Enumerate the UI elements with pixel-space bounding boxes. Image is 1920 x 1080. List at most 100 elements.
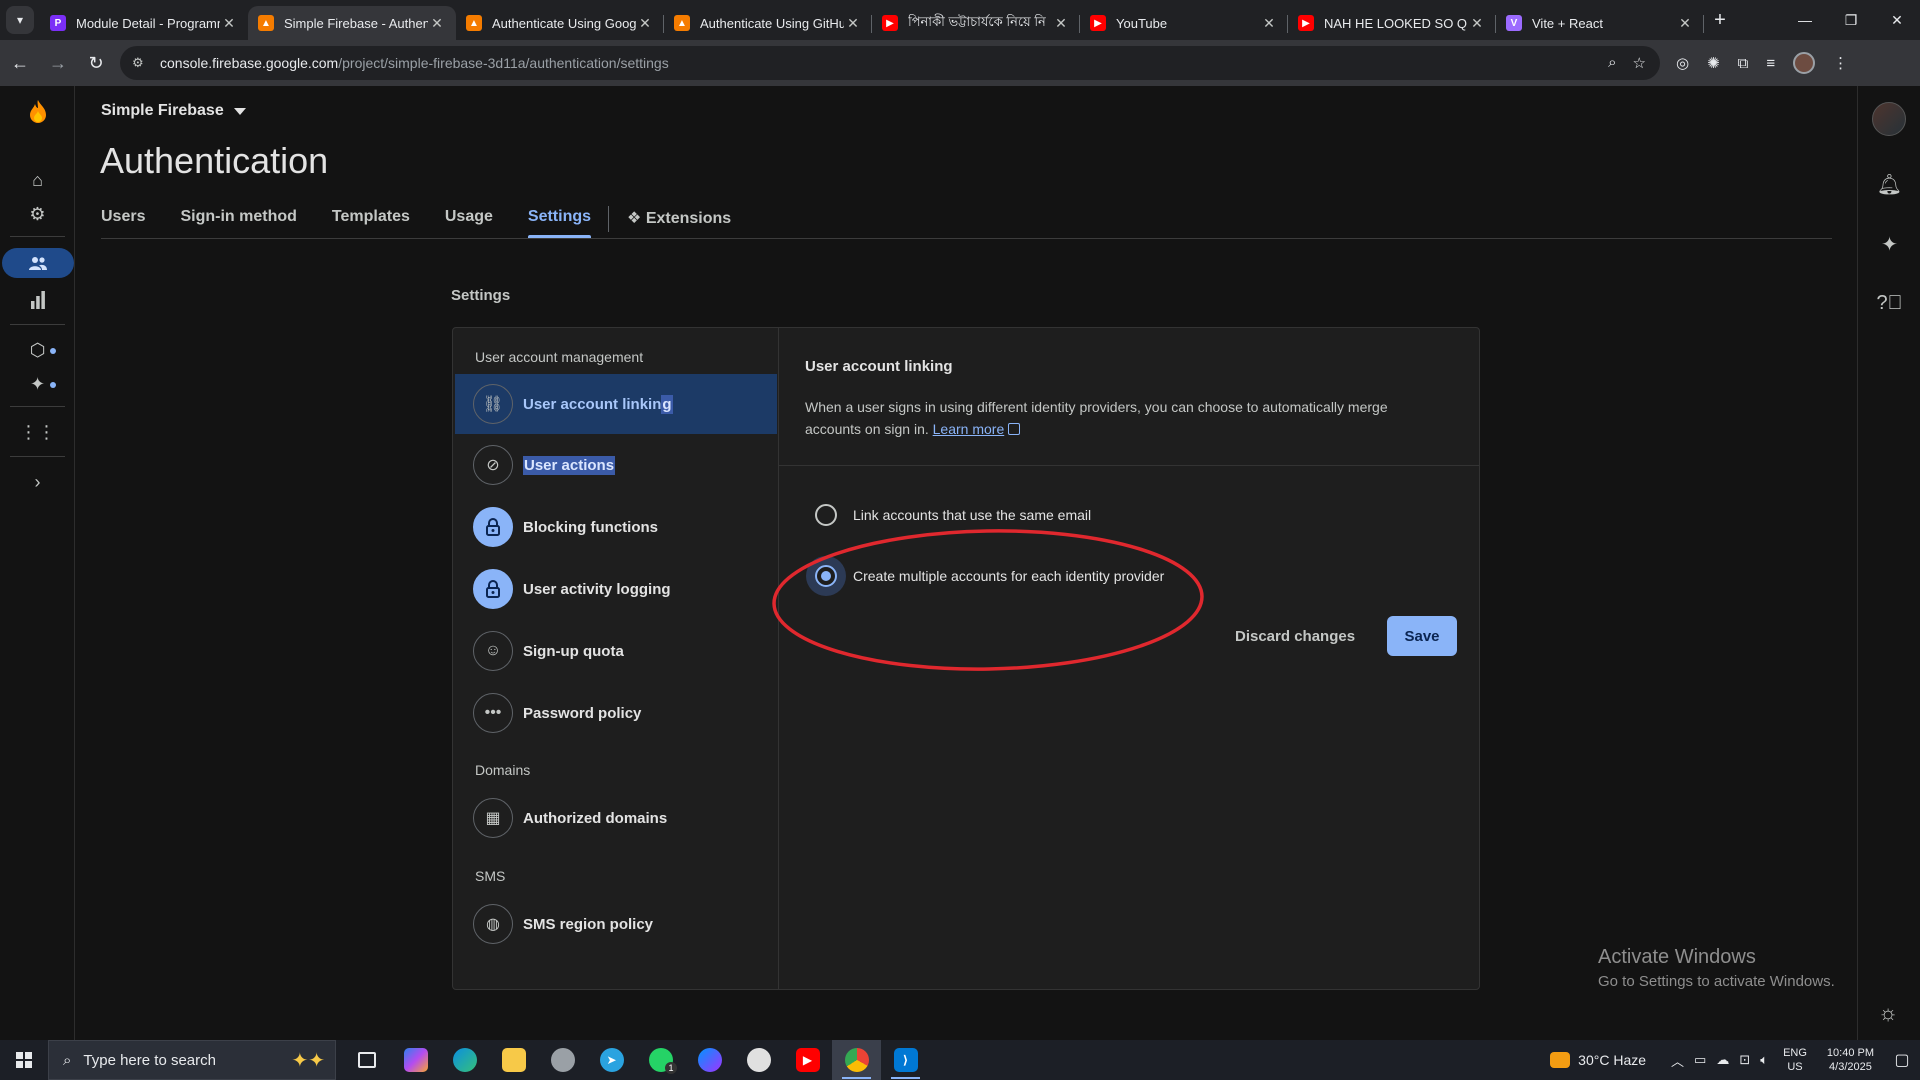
nav-sms-region-policy[interactable]: ◍ SMS region policy bbox=[455, 894, 777, 954]
browser-tab[interactable]: ▶ পিনাকী ভট্টাচার্যকে নিয়ে নি ✕ bbox=[872, 6, 1080, 40]
minimize-icon[interactable]: — bbox=[1782, 0, 1828, 40]
clock-time: 10:40 PM bbox=[1826, 1047, 1874, 1059]
close-tab-icon[interactable]: ✕ bbox=[1052, 15, 1070, 32]
help-icon[interactable]: ?⃝ bbox=[1858, 292, 1920, 315]
tab-extensions[interactable]: ❖ Extensions bbox=[627, 200, 731, 238]
forward-icon[interactable]: → bbox=[40, 45, 76, 81]
app-icon[interactable] bbox=[538, 1040, 587, 1080]
tab-sign-in-method[interactable]: Sign-in method bbox=[180, 200, 296, 238]
browser-tab[interactable]: ▲ Simple Firebase - Authent ✕ bbox=[248, 6, 456, 40]
media-control-icon[interactable]: ≡ bbox=[1766, 55, 1775, 72]
radio-link-accounts[interactable]: Link accounts that use the same email bbox=[815, 504, 1091, 526]
close-tab-icon[interactable]: ✕ bbox=[636, 15, 654, 32]
nav-sign-up-quota-label: Sign-up quota bbox=[523, 642, 624, 660]
chevron-down-icon bbox=[233, 107, 246, 115]
profile-avatar[interactable] bbox=[1793, 52, 1816, 74]
restore-icon[interactable]: ❐ bbox=[1828, 0, 1874, 40]
extension-icon[interactable]: ✺ bbox=[1707, 54, 1720, 72]
nav-password-policy[interactable]: ••• Password policy bbox=[455, 683, 777, 743]
account-avatar[interactable] bbox=[1872, 102, 1906, 136]
tab-search-button[interactable]: ▾ bbox=[6, 6, 34, 34]
firebase-logo-icon[interactable] bbox=[0, 96, 75, 128]
file-explorer-icon[interactable] bbox=[489, 1040, 538, 1080]
edge-browser-icon[interactable] bbox=[440, 1040, 489, 1080]
gemini-sparkle-icon[interactable]: ✦ bbox=[1858, 232, 1920, 257]
browser-menu-icon[interactable]: ⋮ bbox=[1833, 54, 1848, 72]
app-icon[interactable] bbox=[734, 1040, 783, 1080]
vscode-icon[interactable]: ⟩ bbox=[881, 1040, 930, 1080]
url-input[interactable]: ⚙ console.firebase.google.com/project/si… bbox=[120, 46, 1660, 80]
browser-tab[interactable]: P Module Detail - Programmi ✕ bbox=[40, 6, 248, 40]
notification-center-icon[interactable]: ▢ bbox=[1884, 1050, 1920, 1070]
volume-icon[interactable]: 🔈︎ bbox=[1760, 1052, 1768, 1068]
tray-app-icon[interactable]: ▭ bbox=[1694, 1052, 1706, 1068]
settings-gear-icon[interactable]: ⚙ bbox=[0, 198, 75, 230]
close-tab-icon[interactable]: ✕ bbox=[1260, 15, 1278, 32]
language-indicator[interactable]: ENG US bbox=[1783, 1046, 1807, 1074]
browser-tab[interactable]: V Vite + React ✕ bbox=[1496, 6, 1704, 40]
chrome-icon[interactable] bbox=[832, 1040, 881, 1080]
taskbar-search-box[interactable]: ⌕ Type here to search ✦✦ bbox=[48, 1040, 336, 1080]
notifications-bell-icon[interactable]: 🔔︎ bbox=[1858, 172, 1920, 197]
learn-more-link[interactable]: Learn more bbox=[933, 421, 1005, 437]
clock[interactable]: 10:40 PM 4/3/2025 bbox=[1827, 1046, 1874, 1074]
whatsapp-icon[interactable]: 1 bbox=[636, 1040, 685, 1080]
tab-users[interactable]: Users bbox=[101, 200, 145, 238]
site-info-icon[interactable]: ⚙ bbox=[132, 55, 150, 71]
start-button[interactable] bbox=[0, 1040, 48, 1080]
project-selector[interactable]: Simple Firebase bbox=[101, 102, 246, 120]
network-icon[interactable]: ⊡ bbox=[1739, 1052, 1750, 1068]
copilot-icon[interactable] bbox=[391, 1040, 440, 1080]
close-window-icon[interactable]: ✕ bbox=[1874, 0, 1920, 40]
tab-usage[interactable]: Usage bbox=[445, 200, 493, 238]
back-icon[interactable]: ← bbox=[2, 45, 38, 81]
tab-templates[interactable]: Templates bbox=[332, 200, 410, 238]
tab-settings[interactable]: Settings bbox=[527, 200, 592, 238]
messenger-icon[interactable] bbox=[685, 1040, 734, 1080]
nav-blocking-functions[interactable]: Blocking functions bbox=[455, 497, 777, 557]
close-tab-icon[interactable]: ✕ bbox=[844, 15, 862, 32]
extension-icon[interactable]: ◎ bbox=[1676, 54, 1689, 72]
copilot-sparkle-icon: ✦✦ bbox=[291, 1049, 325, 1072]
zoom-icon[interactable]: ⌕ bbox=[1608, 54, 1616, 72]
onedrive-cloud-icon[interactable]: ☁ bbox=[1716, 1052, 1729, 1068]
authentication-users-icon[interactable] bbox=[2, 248, 74, 278]
extensions-puzzle-icon[interactable]: ⧉ bbox=[1738, 55, 1749, 72]
nav-sign-up-quota[interactable]: ☺ Sign-up quota bbox=[455, 621, 777, 681]
theme-toggle-icon[interactable]: ☼ bbox=[1878, 1000, 1898, 1026]
gemini-sparkle-icon[interactable]: ✦ bbox=[0, 368, 75, 400]
close-tab-icon[interactable]: ✕ bbox=[1468, 15, 1486, 32]
weather-widget[interactable]: 30°C Haze bbox=[1550, 1052, 1646, 1068]
nav-sms-region-policy-label: SMS region policy bbox=[523, 915, 654, 933]
close-tab-icon[interactable]: ✕ bbox=[220, 15, 238, 32]
browser-tab[interactable]: ▲ Authenticate Using GitHu ✕ bbox=[664, 6, 872, 40]
close-tab-icon[interactable]: ✕ bbox=[1676, 15, 1694, 32]
nav-user-account-linking[interactable]: ⛓ User account linking bbox=[455, 374, 777, 434]
system-tray: 30°C Haze ︿ ▭ ☁ ⊡ 🔈︎ ENG US 10:40 PM 4/3… bbox=[1550, 1040, 1920, 1080]
home-icon[interactable]: ⌂ bbox=[0, 164, 75, 196]
discard-changes-button[interactable]: Discard changes bbox=[1235, 618, 1355, 655]
nav-authorized-domains[interactable]: ▦ Authorized domains bbox=[455, 788, 777, 848]
new-tab-button[interactable]: + bbox=[1704, 9, 1736, 32]
analytics-bar-chart-icon[interactable] bbox=[0, 284, 75, 316]
right-utility-rail: 🔔︎ ✦ ?⃝ bbox=[1857, 86, 1920, 1040]
close-tab-icon[interactable]: ✕ bbox=[428, 15, 446, 32]
browser-tab[interactable]: ▲ Authenticate Using Googl ✕ bbox=[456, 6, 664, 40]
nav-user-activity-logging[interactable]: User activity logging bbox=[455, 559, 777, 619]
reload-icon[interactable]: ↻ bbox=[78, 45, 114, 81]
browser-tab[interactable]: ▶ NAH HE LOOKED SO QUI ✕ bbox=[1288, 6, 1496, 40]
tab-divider bbox=[608, 206, 610, 232]
task-view-icon[interactable] bbox=[342, 1040, 391, 1080]
radio-button[interactable] bbox=[815, 504, 837, 526]
chevron-up-icon[interactable]: ︿ bbox=[1671, 1051, 1684, 1070]
telegram-icon[interactable]: ➤ bbox=[587, 1040, 636, 1080]
nav-user-actions[interactable]: ⊘ User actions bbox=[455, 435, 777, 495]
auth-tabs: Users Sign-in method Templates Usage Set… bbox=[101, 200, 766, 238]
save-button[interactable]: Save bbox=[1387, 616, 1457, 656]
youtube-app-icon[interactable]: ▶ bbox=[783, 1040, 832, 1080]
all-products-grid-icon[interactable]: ⋮⋮ bbox=[0, 416, 75, 448]
browser-tab[interactable]: ▶ YouTube ✕ bbox=[1080, 6, 1288, 40]
bookmark-star-icon[interactable]: ☆ bbox=[1633, 54, 1646, 72]
expand-chevron-icon[interactable]: › bbox=[0, 466, 75, 498]
genkit-hexagon-icon[interactable]: ⬡ bbox=[0, 334, 75, 366]
